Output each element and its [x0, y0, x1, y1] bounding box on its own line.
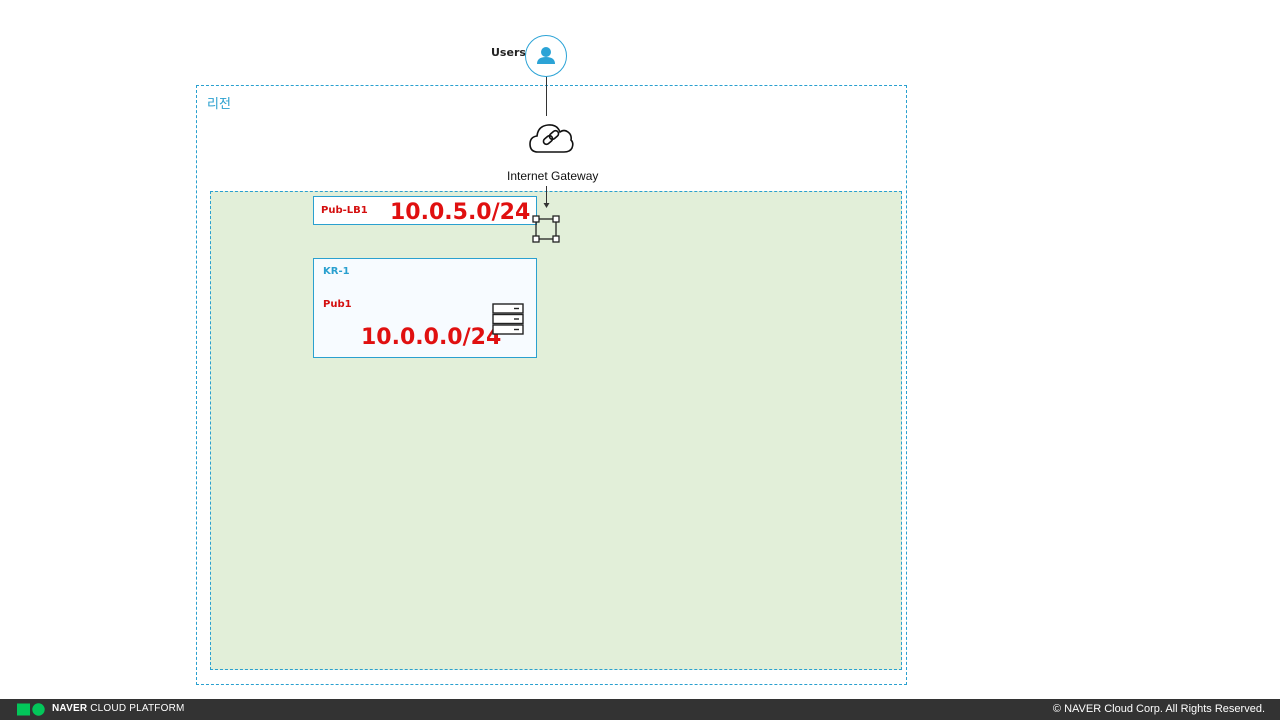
zone-label: KR-1 — [323, 266, 350, 277]
cloud-link-icon — [526, 118, 576, 158]
lb-subnet-cidr: 10.0.5.0/24 — [390, 200, 531, 225]
internet-gateway-label: Internet Gateway — [507, 169, 599, 183]
footer-copyright: © NAVER Cloud Corp. All Rights Reserved. — [1052, 703, 1265, 715]
lb-subnet-label: Pub-LB1 — [321, 205, 368, 216]
naver-cloud-logo — [17, 703, 47, 716]
server-icon — [492, 303, 524, 335]
gateway-to-lb-arrow — [543, 186, 550, 208]
load-balancer-icon — [532, 214, 560, 244]
footer-brand-rest: CLOUD PLATFORM — [87, 703, 185, 714]
users-label: Users — [491, 46, 526, 59]
footer-brand-bold: NAVER — [52, 703, 88, 714]
user-icon — [525, 35, 567, 77]
footer-brand: NAVER CLOUD PLATFORM — [52, 703, 185, 714]
region-label: 리전 — [207, 97, 231, 112]
subnet-label: Pub1 — [323, 299, 352, 310]
users-to-gateway-line — [546, 76, 547, 116]
subnet-cidr: 10.0.0.0/24 — [361, 325, 502, 350]
footer-bar: NAVER CLOUD PLATFORM © NAVER Cloud Corp.… — [0, 699, 1280, 720]
